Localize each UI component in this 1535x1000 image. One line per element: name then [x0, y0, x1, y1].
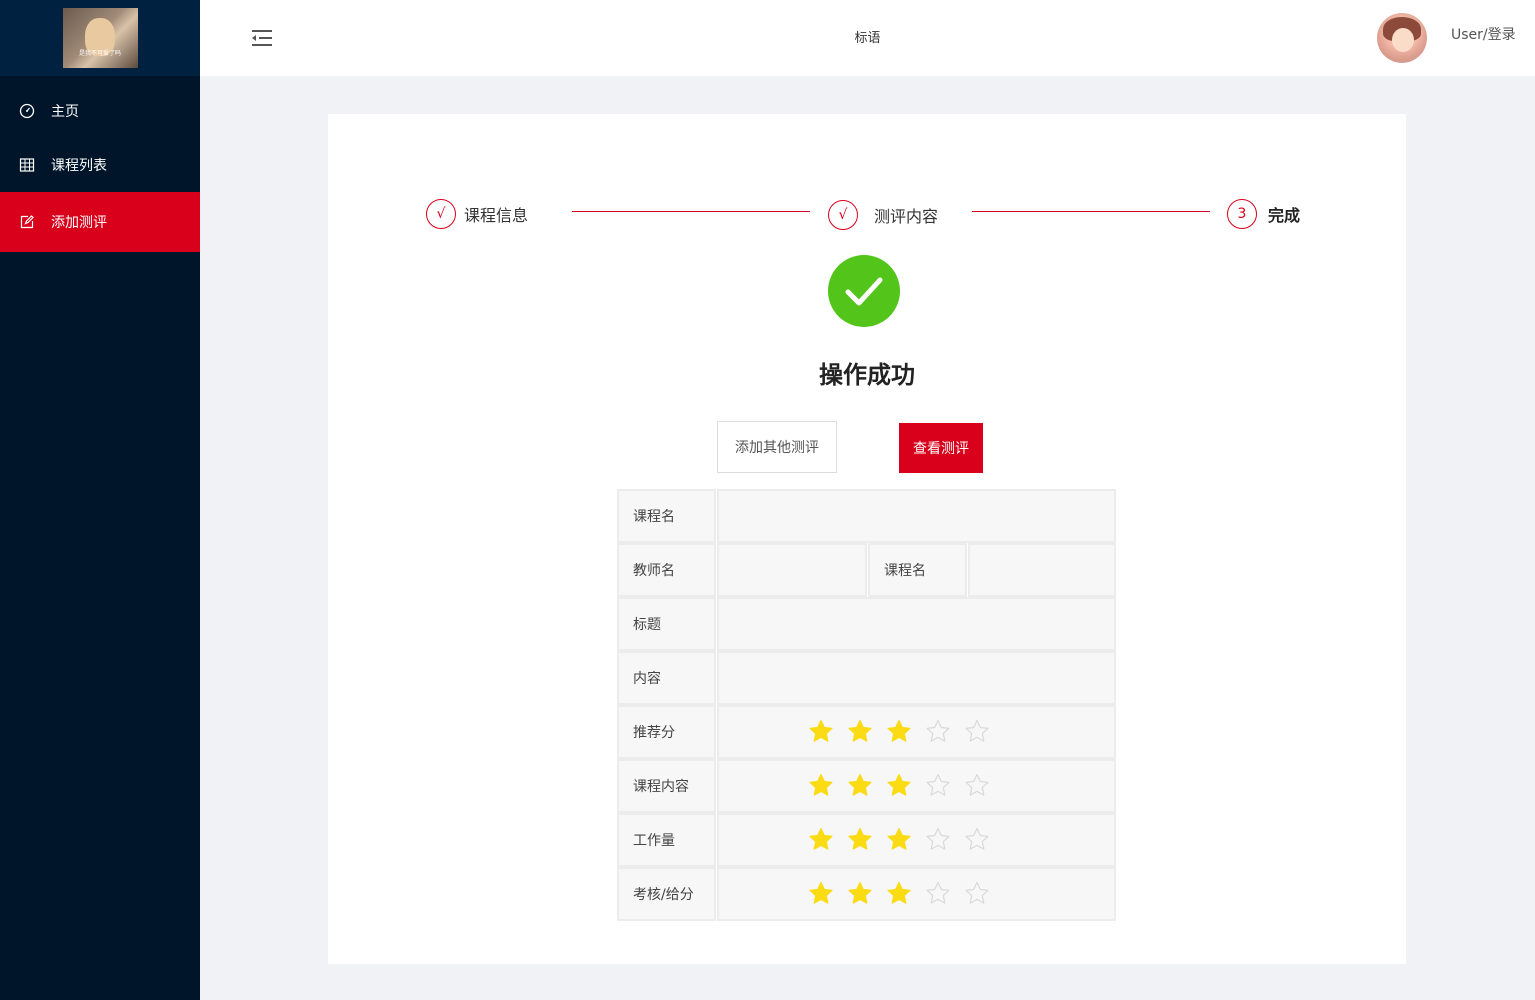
step-check-mark: √	[426, 199, 456, 229]
star-filled-icon[interactable]	[807, 880, 835, 908]
header-slogan: 标语	[854, 31, 881, 46]
star-empty-icon[interactable]	[924, 772, 952, 800]
logo-caption: 是我不可爱了吗	[78, 50, 121, 57]
star-rating[interactable]	[717, 705, 1116, 759]
rating-label: 课程内容	[617, 759, 716, 813]
star-filled-icon[interactable]	[885, 826, 913, 854]
user-login-link[interactable]: User/登录	[1451, 24, 1516, 44]
review-summary-table: 课程名 教师名 课程名 标题 内容 推荐分 课程内容 工作量 考核/给分	[617, 489, 1117, 921]
star-filled-icon[interactable]	[846, 718, 874, 746]
star-empty-icon[interactable]	[963, 772, 991, 800]
sidebar-item-course-list[interactable]: 课程列表	[0, 138, 200, 192]
sidebar: 是我不可爱了吗 主页 课程列表 添加测评	[0, 0, 200, 1000]
table-row: 课程名	[617, 489, 1117, 543]
step-number: 3	[1227, 199, 1257, 229]
sidebar-item-label: 主页	[51, 104, 79, 120]
star-filled-icon[interactable]	[885, 718, 913, 746]
avatar-face	[1392, 28, 1414, 52]
star-rating[interactable]	[717, 867, 1116, 921]
avatar[interactable]	[1377, 13, 1427, 63]
course-name-value	[717, 489, 1116, 543]
sidebar-item-label: 添加测评	[51, 215, 107, 231]
main-card: √ 课程信息 √ 测评内容 3 完成 操作成功 添加其他测评 查看测评 课程名 …	[328, 114, 1406, 964]
success-check-icon	[828, 255, 900, 327]
logo-area: 是我不可爱了吗	[0, 0, 200, 76]
sidebar-item-label: 课程列表	[51, 158, 107, 174]
star-empty-icon[interactable]	[924, 880, 952, 908]
rating-row: 考核/给分	[617, 867, 1117, 921]
star-empty-icon[interactable]	[963, 826, 991, 854]
table-row: 标题	[617, 597, 1117, 651]
content-label: 内容	[617, 651, 716, 705]
star-filled-icon[interactable]	[846, 772, 874, 800]
teacher-name-value	[717, 543, 867, 597]
success-title: 操作成功	[819, 361, 915, 389]
course-name-label-2: 课程名	[868, 543, 967, 597]
step-divider	[972, 211, 1210, 212]
course-name-value-2	[968, 543, 1116, 597]
rating-row: 工作量	[617, 813, 1117, 867]
step-course-info: √ 课程信息	[426, 199, 528, 229]
star-empty-icon[interactable]	[963, 880, 991, 908]
star-rating[interactable]	[717, 759, 1116, 813]
sidebar-item-add-review[interactable]: 添加测评	[0, 192, 200, 252]
star-filled-icon[interactable]	[846, 880, 874, 908]
star-empty-icon[interactable]	[924, 826, 952, 854]
star-empty-icon[interactable]	[924, 718, 952, 746]
table-row: 教师名 课程名	[617, 543, 1117, 597]
star-filled-icon[interactable]	[807, 772, 835, 800]
sidebar-item-home[interactable]: 主页	[0, 84, 200, 138]
dashboard-icon	[19, 103, 35, 119]
star-filled-icon[interactable]	[807, 718, 835, 746]
star-empty-icon[interactable]	[963, 718, 991, 746]
step-label: 完成	[1268, 206, 1301, 225]
add-other-review-button[interactable]: 添加其他测评	[717, 421, 837, 473]
title-value	[717, 597, 1116, 651]
step-review-content: √ 测评内容	[828, 200, 938, 230]
content-value	[717, 651, 1116, 705]
top-header: 标语 User/登录	[200, 0, 1535, 76]
rating-row: 推荐分	[617, 705, 1117, 759]
star-filled-icon[interactable]	[885, 772, 913, 800]
view-review-button[interactable]: 查看测评	[899, 423, 983, 473]
star-rating[interactable]	[717, 813, 1116, 867]
star-filled-icon[interactable]	[846, 826, 874, 854]
course-name-label: 课程名	[617, 489, 716, 543]
rating-row: 课程内容	[617, 759, 1117, 813]
step-label: 课程信息	[464, 206, 529, 225]
rating-label: 考核/给分	[617, 867, 716, 921]
step-label: 测评内容	[874, 207, 939, 226]
rating-label: 工作量	[617, 813, 716, 867]
rating-label: 推荐分	[617, 705, 716, 759]
table-row: 内容	[617, 651, 1117, 705]
star-filled-icon[interactable]	[885, 880, 913, 908]
step-divider	[572, 211, 810, 212]
table-icon	[19, 157, 35, 173]
step-complete: 3 完成	[1227, 199, 1300, 229]
logo-image[interactable]: 是我不可爱了吗	[62, 8, 138, 68]
step-check-mark: √	[828, 200, 858, 230]
star-filled-icon[interactable]	[807, 826, 835, 854]
edit-icon	[19, 214, 35, 230]
title-label: 标题	[617, 597, 716, 651]
teacher-name-label: 教师名	[617, 543, 716, 597]
